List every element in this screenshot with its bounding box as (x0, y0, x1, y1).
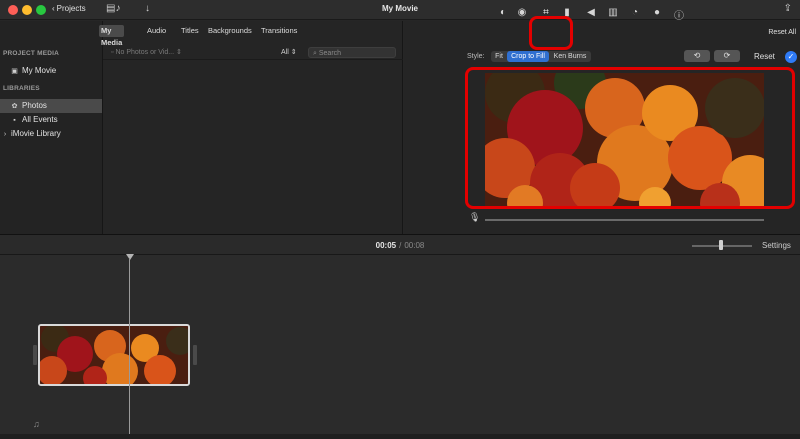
equalizer-icon[interactable]: ▥ (607, 7, 619, 18)
tab-backgrounds[interactable]: Backgrounds (206, 25, 254, 37)
project-media-header: PROJECT MEDIA (3, 50, 60, 57)
volume-icon[interactable]: ◀ (585, 7, 597, 18)
tab-my-media[interactable]: My Media (99, 25, 125, 47)
style-ken-burns-option[interactable]: Ken Burns (549, 51, 591, 62)
style-label: Style: (467, 53, 485, 60)
tab-audio[interactable]: Audio (145, 25, 168, 37)
media-browser: My Media Audio Titles Backgrounds Transi… (99, 21, 403, 234)
current-time: 00:05 (375, 241, 397, 250)
reset-all-button[interactable]: Reset All (768, 29, 796, 36)
style-crop-to-fill-option[interactable]: Crop to Fill (507, 51, 549, 62)
media-filter-select[interactable]: ▫ No Photos or Vid... ⇕ (111, 48, 182, 56)
rotate-right-button[interactable]: ⟳ (714, 50, 740, 62)
timeline-header: 00:05/00:08 Settings (0, 234, 800, 255)
clip-thumbnail (40, 326, 188, 384)
style-fit-option[interactable]: Fit (491, 51, 507, 62)
share-icon[interactable]: ⇪ (784, 3, 792, 14)
style-segmented-control: Fit Crop to Fill Ken Burns (491, 51, 591, 62)
crop-tool-highlight (529, 16, 573, 50)
photos-icon: ✿ (11, 103, 18, 110)
sidebar-item-all-events[interactable]: ▪ All Events (0, 113, 102, 127)
clip-right-handle[interactable] (193, 345, 197, 365)
sidebar-item-imovie-library[interactable]: › iMovie Library (0, 127, 102, 141)
timecode-display: 00:05/00:08 (0, 241, 800, 250)
search-input[interactable]: ⌕ Search (308, 47, 396, 58)
playhead-line[interactable] (129, 258, 130, 436)
timeline-clip[interactable] (38, 324, 190, 386)
microphone-icon[interactable]: 🎙 (469, 212, 480, 223)
clip-left-handle[interactable] (33, 345, 37, 365)
updown-chevron-icon: ⇕ (176, 49, 182, 56)
noise-reduction-icon[interactable]: ● (651, 7, 663, 18)
timeline-settings-button[interactable]: Settings (762, 241, 791, 250)
speed-icon[interactable]: ◔ (629, 7, 641, 18)
library-sidebar: PROJECT MEDIA ▣ My Movie LIBRARIES ✿ Photo… (0, 21, 103, 234)
libraries-header: LIBRARIES (3, 85, 40, 92)
time-separator: / (399, 241, 402, 250)
apply-checkmark-icon[interactable]: ✓ (785, 51, 797, 63)
all-clips-select[interactable]: All ⇕ (281, 48, 297, 56)
rotate-right-icon: ⟳ (723, 51, 731, 60)
color-correction-icon[interactable]: ◉ (516, 7, 528, 18)
sidebar-item-my-movie[interactable]: ▣ My Movie (0, 64, 102, 78)
sidebar-item-photos[interactable]: ✿ Photos (0, 99, 102, 113)
tab-transitions[interactable]: Transitions (259, 25, 299, 37)
bottom-bar (0, 434, 800, 439)
total-time: 00:08 (404, 241, 425, 250)
info-icon[interactable]: ⓘ (673, 7, 685, 22)
zoom-slider-knob[interactable] (719, 240, 723, 250)
preview-scrubber[interactable] (485, 219, 764, 221)
color-balance-icon[interactable]: ◐ (497, 7, 509, 18)
music-note-icon: ♫ (33, 419, 40, 429)
project-icon: ▣ (11, 68, 18, 75)
reset-button[interactable]: Reset (754, 52, 775, 61)
events-icon: ▪ (13, 117, 16, 124)
chevron-right-icon: › (3, 131, 7, 138)
rotate-left-button[interactable]: ⟲ (684, 50, 710, 62)
tab-titles[interactable]: Titles (179, 25, 201, 37)
playhead-marker[interactable] (126, 254, 134, 260)
media-filter-row: ▫ No Photos or Vid... ⇕ All ⇕ ⌕ Search (103, 46, 403, 60)
preview-highlight-box (465, 67, 795, 209)
rotate-left-icon: ⟲ (693, 51, 701, 60)
